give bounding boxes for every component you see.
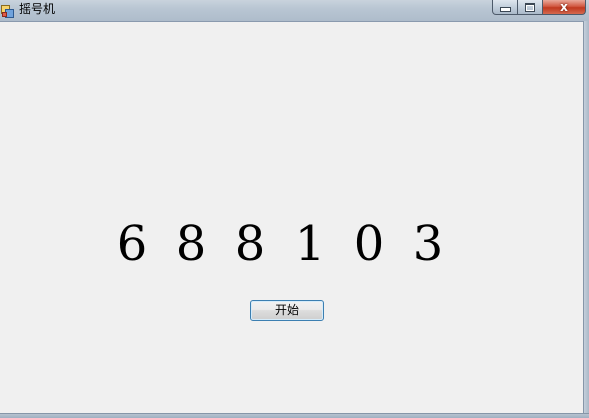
app-window: 摇号机 x 6 8 8 1 0 3 开始: [0, 0, 589, 418]
client-area: 6 8 8 1 0 3: [0, 22, 583, 413]
minimize-icon: [499, 7, 511, 12]
digit-6: 3: [412, 216, 444, 272]
close-icon: x: [560, 0, 568, 14]
minimize-button[interactable]: [492, 0, 518, 15]
start-button[interactable]: 开始: [250, 300, 324, 321]
digit-4: 1: [294, 216, 326, 272]
window-title: 摇号机: [19, 2, 56, 16]
digit-2: 8: [175, 216, 207, 272]
digit-3: 8: [234, 216, 266, 272]
maximize-icon: [525, 2, 535, 12]
window-right-border[interactable]: [583, 21, 589, 418]
number-display: 6 8 8 1 0 3: [0, 214, 583, 274]
caption-buttons: x: [492, 0, 586, 15]
title-bar[interactable]: 摇号机 x: [0, 0, 589, 22]
digit-5: 0: [353, 216, 385, 272]
close-button[interactable]: x: [543, 0, 586, 15]
window-bottom-border[interactable]: [0, 413, 589, 418]
digit-1: 6: [116, 216, 148, 272]
app-icon[interactable]: [1, 3, 14, 18]
maximize-button[interactable]: [518, 0, 543, 15]
